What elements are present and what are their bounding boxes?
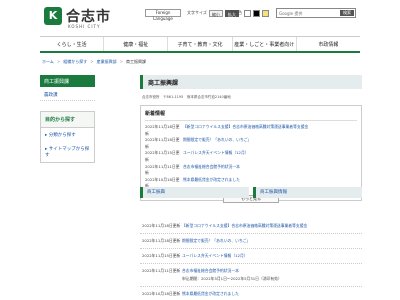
- global-nav: くらし・生活 健康・福祉 子育て・教育・文化 産業・しごと・事業者向け 市政情報: [40, 36, 360, 53]
- foreign-language-select[interactable]: Foreign Language: [145, 9, 181, 21]
- list-item: 2022年11月18日更新 【新型コロナウイルス支援】合志市原油価格高騰対策運送…: [140, 219, 362, 234]
- news-date: 2022年11月15日更新: [145, 150, 180, 162]
- breadcrumb-home[interactable]: ホーム: [42, 59, 54, 65]
- breadcrumb-dept[interactable]: 産業振興部: [97, 59, 117, 65]
- search-input[interactable]: [277, 9, 337, 17]
- news-item: 2022年11月11日更新 合志市福祉総合会館予約状況一本: [145, 164, 357, 177]
- news-link[interactable]: ユーパレス弁天イベント情報（12月）: [183, 150, 249, 163]
- sidebar: 商工振興課 農政課 目的から探す ▸ 分類から探す ▸ サイトマップから探す: [40, 75, 95, 163]
- section-tab-commerce[interactable]: 商工振興: [140, 187, 249, 198]
- bg-color-yellow-button[interactable]: [262, 9, 269, 17]
- list-date: 2022年10月18日更新: [142, 291, 181, 296]
- list-date: 2022年11月18日更新: [142, 223, 181, 228]
- breadcrumb: ホーム > 組織から探す > 産業振興部 > 商工振興課: [42, 59, 146, 65]
- list-date: 2022年11月11日更新: [142, 268, 181, 273]
- breadcrumb-separator: >: [119, 59, 123, 64]
- breadcrumb-separator: >: [90, 59, 94, 64]
- purpose-search-title: 目的から探す: [41, 112, 94, 128]
- news-link[interactable]: 合志市福祉総合会館予約状況一本: [183, 164, 240, 177]
- search-by-category-link[interactable]: ▸ 分類から探す: [41, 128, 94, 142]
- bg-color-label: 背景色: [230, 10, 242, 15]
- news-link[interactable]: 【新型コロナウイルス支援】合志市原油価格高騰対策運送事業者等支援金: [183, 124, 308, 137]
- list-link[interactable]: 期間限定で販売！「あれいの、いちご」: [182, 238, 250, 244]
- text-size-small-button[interactable]: 縮小: [208, 9, 223, 17]
- gnav-item-industry[interactable]: 産業・しごと・事業者向け: [233, 37, 297, 51]
- gnav-item-health[interactable]: 健康・福祉: [104, 37, 169, 51]
- sidebar-heading[interactable]: 商工振興課: [40, 75, 95, 87]
- gnav-item-education[interactable]: 子育て・教育・文化: [168, 37, 233, 51]
- section-tabs: 商工振興 商工振興情報: [140, 187, 362, 198]
- list-link[interactable]: 熊本県最低賃金が改定されました: [182, 291, 239, 297]
- sidebar-item-agriculture[interactable]: 農政課: [40, 87, 95, 101]
- office-address: 合志市役所 〒861-1195 熊本県合志市竹迫2140番地: [142, 95, 231, 99]
- gnav-item-city-info[interactable]: 市政情報: [297, 37, 360, 51]
- list-entry: 合志市福祉総合会館予約状況一本 申込期間：2022年5月1日～2022年5月31…: [182, 268, 282, 282]
- purpose-search-box: 目的から探す ▸ 分類から探す ▸ サイトマップから探す: [40, 111, 95, 163]
- breadcrumb-current: 商工振興課: [125, 59, 146, 64]
- main-content: 商工振興課 合志市役所 〒861-1195 熊本県合志市竹迫2140番地 新着情…: [140, 75, 362, 203]
- sitemap-link[interactable]: ▸ サイトマップから探す: [41, 142, 94, 162]
- list-item: 2022年11月11日更新 合志市福祉総合会館予約状況一本 申込期間：2022年…: [140, 264, 362, 287]
- news-link[interactable]: 期間限定で販売！「あれいの、いちご」: [183, 137, 251, 150]
- site-search: 検索: [276, 8, 356, 18]
- gnav-item-life[interactable]: くらし・生活: [40, 37, 105, 51]
- site-header: K 合志市 KOSHI CITY Foreign Language 文字サイズ …: [0, 0, 400, 36]
- search-button[interactable]: 検索: [340, 10, 354, 16]
- site-logo[interactable]: K 合志市 KOSHI CITY: [44, 7, 116, 31]
- list-item: 2022年11月15日更新 ユーパレス弁天イベント情報（12月）: [140, 249, 362, 264]
- list-date: 2022年11月15日更新: [142, 253, 181, 258]
- list-date: 2022年11月18日更新: [142, 238, 181, 243]
- search-by-category-label: 分類から探す: [48, 133, 76, 138]
- news-item: 2022年11月18日更新 期間限定で販売！「あれいの、いちご」: [145, 137, 357, 150]
- news-item: 2022年11月15日更新 ユーパレス弁天イベント情報（12月）: [145, 150, 357, 163]
- list-link[interactable]: 合志市福祉総合会館予約状況一本: [182, 268, 239, 273]
- list-item: 2022年10月18日更新 熊本県最低賃金が改定されました: [140, 287, 362, 300]
- news-date: 2022年11月18日更新: [145, 137, 180, 149]
- text-size-label: 文字サイズ: [187, 10, 207, 15]
- news-date: 2022年11月11日更新: [145, 163, 180, 176]
- breadcrumb-org[interactable]: 組織から探す: [63, 59, 87, 65]
- logo-subtext: KOSHI CITY: [68, 24, 101, 29]
- article-list: 2022年11月18日更新 【新型コロナウイルス支援】合志市原油価格高騰対策運送…: [140, 219, 362, 300]
- bg-color-control: 背景色: [230, 9, 269, 17]
- list-subtext: 申込期間：2022年5月1日～2022年5月31日（消印有効）: [182, 276, 282, 281]
- news-item: 2022年11月18日更新 【新型コロナウイルス支援】合志市原油価格高騰対策運送…: [145, 124, 357, 137]
- bg-color-white-button[interactable]: [244, 9, 251, 17]
- news-date: 2022年11月18日更新: [145, 124, 180, 136]
- news-title: 新着情報: [145, 110, 357, 121]
- bg-color-black-button[interactable]: [253, 9, 260, 17]
- breadcrumb-separator: >: [56, 59, 61, 64]
- sitemap-label: サイトマップから探す: [45, 147, 90, 158]
- list-link[interactable]: 【新型コロナウイルス支援】合志市原油価格高騰対策運送事業者等支援金: [182, 223, 307, 229]
- list-item: 2022年11月18日更新 期間限定で販売！「あれいの、いちご」: [140, 234, 362, 249]
- logo-text: 合志市: [66, 9, 111, 25]
- city-emblem-icon: K: [44, 7, 62, 25]
- page-title: 商工振興課: [140, 75, 362, 89]
- list-link[interactable]: ユーパレス弁天イベント情報（12月）: [182, 253, 248, 259]
- section-tab-commerce-info[interactable]: 商工振興情報: [253, 187, 362, 198]
